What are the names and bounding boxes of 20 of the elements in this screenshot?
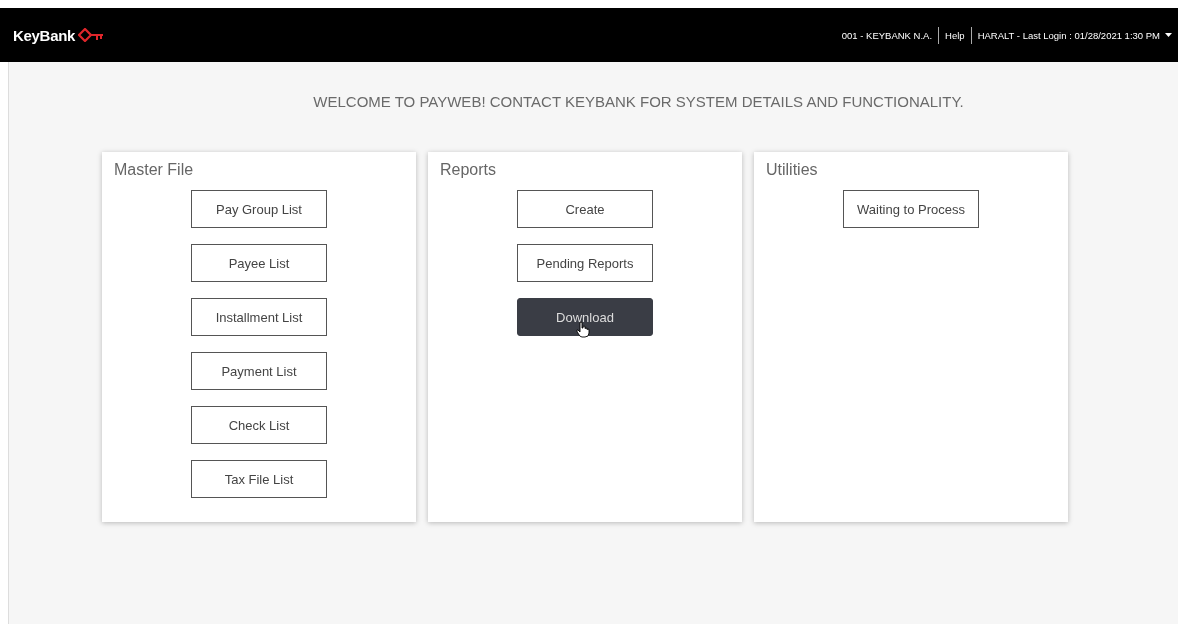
panel-title: Utilities [766, 161, 819, 179]
menu-button[interactable]: Payee List [191, 244, 327, 282]
menu-button[interactable]: Pending Reports [517, 244, 653, 282]
panel-title: Reports [440, 161, 498, 179]
hand-cursor-icon [576, 321, 590, 338]
institution-label: 001 - KEYBANK N.A. [841, 29, 933, 41]
panel-title: Master File [114, 161, 195, 179]
menu-button[interactable]: Download [517, 298, 653, 336]
help-link[interactable]: Help [945, 29, 965, 41]
welcome-message: WELCOME TO PAYWEB! CONTACT KEYBANK FOR SYSTEM DETAILS AND FUNCTIONALITY. [312, 92, 965, 112]
menu-button[interactable]: Payment List [191, 352, 327, 390]
menu-button[interactable]: Tax File List [191, 460, 327, 498]
menu-button[interactable]: Waiting to Process [843, 190, 979, 228]
menu-button[interactable]: Installment List [191, 298, 327, 336]
brand-name: KeyBank [13, 26, 76, 44]
menu-button[interactable]: Pay Group List [191, 190, 327, 228]
menu-button[interactable]: Check List [191, 406, 327, 444]
user-menu[interactable]: HARALT - Last Login : 01/28/2021 1:30 PM [977, 29, 1172, 41]
menu-button[interactable]: Create [517, 190, 653, 228]
caret-icon [1165, 33, 1172, 37]
